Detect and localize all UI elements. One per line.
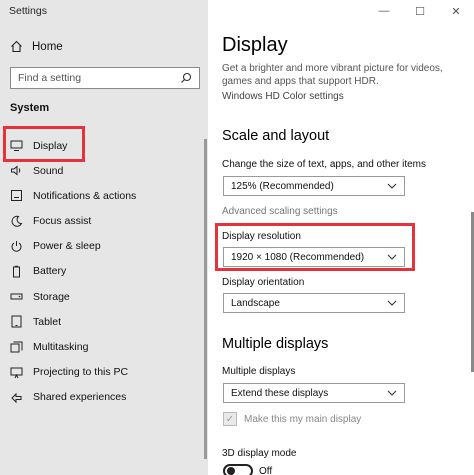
multiple-displays-value: Extend these displays [231,387,329,399]
sidebar-item-multitasking[interactable]: Multitasking [0,335,208,360]
hdr-settings-link[interactable]: Windows HD Color settings [222,91,344,102]
sidebar-item-battery[interactable]: Battery [0,259,208,284]
display-highlight-box [3,126,85,162]
3d-mode-toggle[interactable] [223,464,253,475]
multiple-displays-dropdown[interactable]: Extend these displays [223,383,405,403]
multitasking-icon [10,341,23,352]
main-display-label: Make this my main display [244,413,362,425]
main-display-checkbox[interactable]: ✓ [223,412,237,426]
3d-mode-label: 3D display mode [222,448,297,459]
scale-layout-heading: Scale and layout [222,128,330,144]
power-icon [11,240,22,252]
sidebar-item-notifications[interactable]: Notifications & actions [0,183,208,208]
projecting-icon [10,367,23,378]
home-icon [11,40,22,53]
sidebar-item-label: Notifications & actions [33,189,137,202]
sidebar-item-tablet[interactable]: Tablet [0,309,208,334]
page-title: Display [222,34,288,56]
close-button[interactable]: ✕ [438,0,474,22]
hdr-description: Get a brighter and more vibrant picture … [222,63,443,87]
3d-mode-toggle-label: Off [259,465,273,475]
section-label: System [10,102,50,114]
sidebar-item-label: Multitasking [33,341,89,353]
advanced-scaling-link[interactable]: Advanced scaling settings [222,206,338,217]
search-icon [181,72,192,83]
sidebar-item-label: Sound [33,164,64,177]
chevron-down-icon [387,300,397,306]
3d-mode-toggle-row[interactable]: Off [223,464,272,475]
chevron-down-icon [387,183,397,189]
sidebar-item-label: Tablet [33,315,62,328]
storage-icon [10,293,23,300]
sidebar-item-focus-assist[interactable]: Focus assist [0,209,208,234]
app-title: Settings [9,5,47,17]
sidebar-item-label: Projecting to this PC [33,366,129,379]
speaker-icon [11,165,21,176]
sidebar-item-shared-experiences[interactable]: Shared experiences [0,385,208,410]
home-label: Home [32,40,63,53]
resolution-highlight-box [215,223,415,271]
search-placeholder: Find a setting [18,72,82,84]
orientation-value: Landscape [231,297,280,309]
sidebar-nav: Display Sound Notifications & actions Fo… [0,133,208,410]
sidebar-item-projecting[interactable]: Projecting to this PC [0,360,208,385]
search-input[interactable]: Find a setting [10,67,200,89]
orientation-dropdown[interactable]: Landscape [223,293,405,313]
sidebar-item-label: Power & sleep [33,240,101,253]
shared-icon [11,392,22,404]
multiple-displays-label: Multiple displays [222,366,296,377]
sidebar-item-label: Battery [33,265,67,278]
sidebar-item-power-sleep[interactable]: Power & sleep [0,234,208,259]
minimize-button[interactable]: — [366,0,402,22]
chevron-down-icon [387,390,397,396]
sidebar-item-storage[interactable]: Storage [0,284,208,309]
moon-icon [11,215,23,227]
battery-icon [13,265,20,278]
orientation-label: Display orientation [222,277,305,288]
multiple-displays-heading: Multiple displays [222,336,329,352]
notifications-icon [11,190,22,202]
sidebar-item-label: Storage [33,290,70,303]
sidebar-scrollbar[interactable] [204,139,207,459]
sidebar-item-label: Shared experiences [33,391,127,404]
tablet-icon [11,315,22,328]
scale-label: Change the size of text, apps, and other… [222,159,427,170]
sidebar-item-label: Focus assist [33,215,92,228]
maximize-button[interactable]: ☐ [402,0,438,22]
scale-value: 125% (Recommended) [231,180,334,192]
window-controls: — ☐ ✕ [366,0,474,22]
main-display-checkbox-row[interactable]: ✓ Make this my main display [223,412,361,426]
home-button[interactable]: Home [10,40,63,53]
sidebar: Settings Home Find a setting System Disp… [0,0,208,475]
scale-dropdown[interactable]: 125% (Recommended) [223,176,405,196]
main-panel: — ☐ ✕ Display Get a brighter and more vi… [208,0,474,475]
